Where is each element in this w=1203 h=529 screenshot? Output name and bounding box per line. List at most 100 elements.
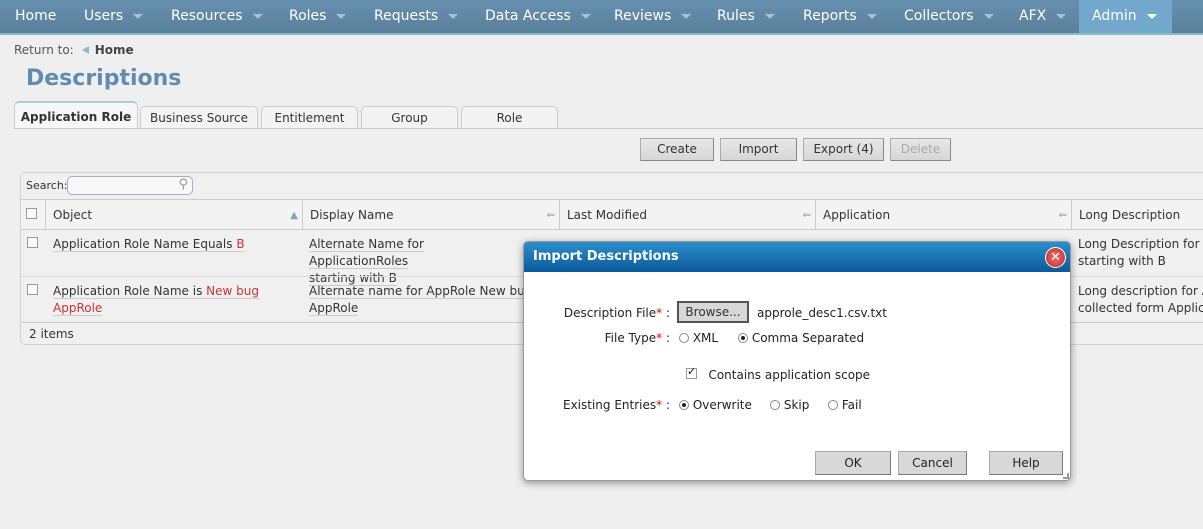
- sort-icon: ⇐: [1058, 210, 1067, 221]
- selected-file-name: approle_desc1.csv.txt: [757, 306, 887, 320]
- item-count: 2 items: [29, 327, 74, 341]
- table-row-display-name: Alternate name for AppRole New bu AppRole: [309, 283, 524, 317]
- colon: :: [665, 398, 670, 412]
- select-all-checkbox[interactable]: [26, 208, 37, 219]
- column-header-long-description[interactable]: Long Description: [1072, 199, 1203, 230]
- delete-button: Delete: [890, 138, 951, 161]
- long-desc-line: Long Description for A: [1078, 237, 1203, 251]
- tab-role[interactable]: Role: [461, 106, 558, 129]
- table-row-display-name: Alternate Name for ApplicationRoles start…: [309, 236, 524, 287]
- checkbox-checked-icon: ✓: [686, 365, 697, 379]
- nav-rules[interactable]: Rules: [717, 0, 775, 33]
- label-text: Existing Entries: [562, 398, 657, 412]
- nav-collectors[interactable]: Collectors: [904, 0, 994, 33]
- tab-business-source[interactable]: Business Source: [140, 106, 258, 129]
- radio-selected-icon: [738, 333, 748, 343]
- object-value: New bug: [206, 284, 259, 299]
- table-row-object[interactable]: Application Role Name Equals B: [53, 236, 245, 253]
- nav-label: Rules: [717, 8, 755, 24]
- row-checkbox[interactable]: [27, 284, 38, 295]
- caret-down-icon: [983, 13, 994, 19]
- select-all-header: [21, 199, 46, 230]
- tab-divider: [14, 128, 1203, 129]
- search-label: Search:: [26, 179, 68, 192]
- caret-down-icon: [336, 13, 347, 19]
- object-text: Application Role Name Equals: [53, 237, 237, 252]
- existing-skip-radio[interactable]: Skip: [770, 398, 809, 412]
- back-arrow-icon: [81, 46, 89, 54]
- caret-down-icon: [764, 13, 775, 19]
- nav-label: Requests: [374, 8, 439, 24]
- option-label: Contains application scope: [708, 368, 871, 382]
- nav-roles[interactable]: Roles: [289, 0, 347, 33]
- nav-afx[interactable]: AFX: [1019, 0, 1067, 33]
- ok-button[interactable]: OK: [815, 451, 891, 475]
- nav-label: Data Access: [485, 8, 571, 24]
- column-header-last-modified[interactable]: Last Modified ⇐: [560, 199, 816, 230]
- search-input[interactable]: ⚲: [67, 176, 193, 195]
- tab-group[interactable]: Group: [361, 106, 458, 129]
- table-row-object[interactable]: Application Role Name is New bug AppRole: [53, 283, 259, 317]
- nav-users[interactable]: Users: [84, 0, 144, 33]
- nav-label: Home: [15, 8, 57, 24]
- option-label: XML: [692, 331, 719, 345]
- file-type-csv-radio[interactable]: Comma Separated: [738, 331, 864, 345]
- tab-entitlement[interactable]: Entitlement: [261, 106, 358, 129]
- existing-fail-radio[interactable]: Fail: [828, 398, 862, 412]
- browse-button[interactable]: Browse...: [677, 301, 749, 323]
- option-label: Overwrite: [692, 398, 752, 412]
- radio-icon: [770, 400, 780, 410]
- top-nav: Home Users Resources Roles Requests Data…: [0, 0, 1203, 35]
- nav-requests[interactable]: Requests: [374, 0, 459, 33]
- create-button[interactable]: Create: [640, 138, 714, 161]
- column-label: Last Modified: [567, 208, 648, 222]
- tab-application-role[interactable]: Application Role: [14, 101, 138, 129]
- close-icon[interactable]: ✕: [1045, 247, 1066, 268]
- display-name-line: Alternate name for AppRole New bu: [309, 284, 524, 299]
- search-icon: ⚲: [178, 177, 188, 192]
- nav-label: Admin: [1092, 8, 1137, 24]
- resize-handle[interactable]: [1063, 473, 1069, 479]
- object-text: Application Role Name is: [53, 284, 207, 299]
- contains-application-scope-checkbox[interactable]: ✓ Contains application scope: [686, 365, 871, 382]
- colon: :: [665, 306, 670, 320]
- radio-icon: [828, 400, 838, 410]
- export-button[interactable]: Export (4): [803, 138, 884, 161]
- nav-data-access[interactable]: Data Access: [485, 0, 591, 33]
- column-header-object[interactable]: Object ▲: [46, 199, 303, 230]
- caret-down-icon: [1146, 13, 1157, 19]
- nav-reports[interactable]: Reports: [803, 0, 877, 33]
- dialog-title: Import Descriptions: [524, 242, 1070, 272]
- long-desc-line: collected form Applica: [1078, 301, 1203, 315]
- cancel-button[interactable]: Cancel: [898, 451, 967, 475]
- caret-down-icon: [580, 13, 591, 19]
- caret-down-icon: [866, 13, 877, 19]
- table-row-long-description: Long Description for A starting with B: [1078, 236, 1203, 270]
- radio-icon: [679, 333, 689, 343]
- radio-selected-icon: [679, 400, 689, 410]
- nav-label: Roles: [289, 8, 327, 24]
- column-header-display-name[interactable]: Display Name ⇐: [303, 199, 560, 230]
- existing-entries-label: Existing Entries* :: [544, 398, 670, 412]
- caret-down-icon: [1056, 13, 1067, 19]
- help-button[interactable]: Help: [989, 451, 1063, 475]
- breadcrumb-home-link[interactable]: Home: [95, 43, 134, 57]
- column-label: Long Description: [1079, 208, 1181, 222]
- label-text: Description File: [563, 306, 657, 320]
- sort-icon: ⇐: [802, 210, 811, 221]
- breadcrumb-prefix: Return to:: [14, 43, 74, 57]
- nav-resources[interactable]: Resources: [171, 0, 263, 33]
- nav-label: Reports: [803, 8, 857, 24]
- nav-admin[interactable]: Admin: [1079, 0, 1172, 33]
- file-type-xml-radio[interactable]: XML: [679, 331, 718, 345]
- column-header-application[interactable]: Application ⇐: [816, 199, 1072, 230]
- nav-home[interactable]: Home: [15, 0, 56, 33]
- nav-reviews[interactable]: Reviews: [614, 0, 692, 33]
- option-label: Fail: [841, 398, 862, 412]
- column-label: Application: [823, 208, 891, 222]
- row-checkbox[interactable]: [27, 237, 38, 248]
- existing-overwrite-radio[interactable]: Overwrite: [679, 398, 752, 412]
- long-desc-line: starting with B: [1078, 254, 1166, 268]
- import-button[interactable]: Import: [720, 138, 797, 161]
- nav-label: Resources: [171, 8, 243, 24]
